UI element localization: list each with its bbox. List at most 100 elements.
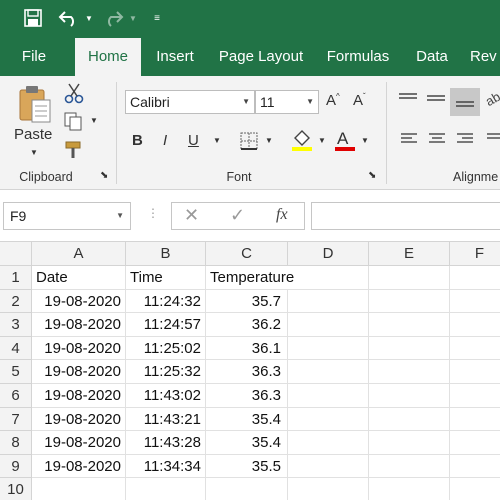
cell-f7[interactable] — [450, 408, 500, 432]
bold-icon[interactable]: B — [132, 132, 143, 149]
column-header-f[interactable]: F — [450, 242, 500, 266]
clipboard-launcher-icon[interactable]: ⬊ — [100, 170, 108, 181]
cell-e5[interactable] — [369, 360, 450, 384]
cell-e4[interactable] — [369, 336, 450, 361]
cell-c10[interactable] — [206, 478, 288, 500]
cell-c5[interactable]: 36.3 — [206, 360, 288, 384]
cell-a4[interactable]: 19-08-2020 — [32, 336, 126, 361]
row-header-9[interactable]: 9 — [0, 454, 32, 479]
column-header-d[interactable]: D — [288, 242, 369, 266]
cell-d3[interactable] — [288, 313, 369, 337]
row-header-7[interactable]: 7 — [0, 407, 32, 432]
cell-d10[interactable] — [288, 478, 369, 500]
row-header-3[interactable]: 3 — [0, 313, 32, 337]
indent-icon[interactable] — [486, 132, 500, 146]
row-header-5[interactable]: 5 — [0, 360, 32, 384]
cell-e8[interactable] — [369, 431, 450, 455]
cell-a7[interactable]: 19-08-2020 — [32, 407, 126, 432]
underline-dropdown-icon[interactable]: ▼ — [213, 136, 221, 145]
align-right-icon[interactable] — [456, 132, 474, 146]
cell-b6[interactable]: 11:43:02 — [126, 384, 206, 408]
column-header-b[interactable]: B — [126, 242, 206, 266]
tab-data[interactable]: Data — [408, 38, 456, 76]
cell-f10[interactable] — [450, 478, 500, 500]
cell-b9[interactable]: 11:34:34 — [126, 454, 206, 479]
cell-a3[interactable]: 19-08-2020 — [32, 313, 126, 337]
cell-d8[interactable] — [288, 431, 369, 455]
cell-f3[interactable] — [450, 313, 500, 337]
paste-dropdown-icon[interactable]: ▼ — [30, 148, 38, 157]
cell-e10[interactable] — [369, 478, 450, 500]
column-header-c[interactable]: C — [206, 242, 288, 266]
font-name-combo[interactable]: Calibri ▼ — [125, 90, 255, 114]
cell-d2[interactable] — [288, 289, 369, 314]
column-header-a[interactable]: A — [32, 242, 126, 266]
font-size-combo[interactable]: 11 ▼ — [255, 90, 319, 114]
cell-c4[interactable]: 36.1 — [206, 336, 288, 361]
align-center-icon[interactable] — [428, 132, 446, 146]
cell-f6[interactable] — [450, 384, 500, 408]
copy-dropdown-icon[interactable]: ▼ — [90, 116, 98, 125]
insert-function-button[interactable]: fx — [276, 206, 288, 224]
row-header-6[interactable]: 6 — [0, 384, 32, 408]
cell-e9[interactable] — [369, 454, 450, 479]
fill-color-icon[interactable] — [291, 128, 313, 152]
cell-e2[interactable] — [369, 289, 450, 314]
row-header-2[interactable]: 2 — [0, 289, 32, 314]
cell-c1[interactable]: Temperature — [206, 266, 294, 290]
paste-icon[interactable] — [18, 84, 52, 124]
cell-f9[interactable] — [450, 455, 500, 479]
cell-b10[interactable] — [126, 478, 206, 500]
cell-a9[interactable]: 19-08-2020 — [32, 454, 126, 479]
cell-a10[interactable] — [32, 478, 126, 500]
align-middle-icon[interactable] — [426, 92, 446, 106]
cell-b8[interactable]: 11:43:28 — [126, 431, 206, 455]
undo-dropdown-icon[interactable]: ▼ — [84, 0, 94, 38]
cell-d7[interactable] — [288, 407, 369, 432]
align-top-icon[interactable] — [398, 92, 418, 106]
cell-d5[interactable] — [288, 360, 369, 384]
tab-formulas[interactable]: Formulas — [318, 38, 398, 76]
fill-color-dropdown-icon[interactable]: ▼ — [318, 136, 326, 145]
cell-c7[interactable]: 35.4 — [206, 407, 288, 432]
confirm-entry-icon[interactable]: ✓ — [230, 205, 245, 226]
cell-f4[interactable] — [450, 337, 500, 361]
orientation-icon[interactable]: ab — [486, 90, 500, 110]
font-color-dropdown-icon[interactable]: ▼ — [361, 136, 369, 145]
cell-b1[interactable]: Time — [126, 266, 206, 290]
copy-icon[interactable] — [64, 112, 84, 132]
cancel-entry-icon[interactable]: ✕ — [184, 205, 199, 226]
align-left-icon[interactable] — [400, 132, 418, 146]
tab-file[interactable]: File — [6, 38, 62, 76]
redo-dropdown-icon[interactable]: ▼ — [128, 0, 138, 38]
row-header-10[interactable]: 10 — [0, 478, 32, 500]
row-header-4[interactable]: 4 — [0, 336, 32, 361]
cell-f8[interactable] — [450, 431, 500, 455]
formula-input[interactable] — [311, 202, 500, 230]
select-all-button[interactable] — [0, 242, 32, 266]
cell-a8[interactable]: 19-08-2020 — [32, 431, 126, 455]
cell-c9[interactable]: 35.5 — [206, 454, 288, 479]
borders-icon[interactable] — [240, 132, 258, 150]
cell-f1[interactable] — [450, 266, 500, 290]
row-header-8[interactable]: 8 — [0, 431, 32, 455]
paste-button[interactable]: Paste — [14, 126, 52, 143]
cut-icon[interactable] — [64, 82, 84, 104]
cell-c6[interactable]: 36.3 — [206, 384, 288, 408]
column-header-e[interactable]: E — [369, 242, 450, 266]
customize-qat-icon[interactable]: ≡ — [150, 0, 164, 38]
cell-a5[interactable]: 19-08-2020 — [32, 360, 126, 384]
cell-b3[interactable]: 11:24:57 — [126, 313, 206, 337]
cell-e1[interactable] — [369, 266, 450, 290]
cell-d1[interactable] — [288, 266, 369, 290]
align-bottom-button[interactable] — [450, 88, 480, 116]
cell-a6[interactable]: 19-08-2020 — [32, 384, 126, 408]
underline-icon[interactable]: U — [188, 132, 199, 149]
cell-c8[interactable]: 35.4 — [206, 431, 288, 455]
cell-b2[interactable]: 11:24:32 — [126, 289, 206, 314]
tab-insert[interactable]: Insert — [145, 38, 205, 76]
cell-d6[interactable] — [288, 384, 369, 408]
cell-b5[interactable]: 11:25:32 — [126, 360, 206, 384]
cell-e7[interactable] — [369, 407, 450, 432]
cell-b7[interactable]: 11:43:21 — [126, 407, 206, 432]
